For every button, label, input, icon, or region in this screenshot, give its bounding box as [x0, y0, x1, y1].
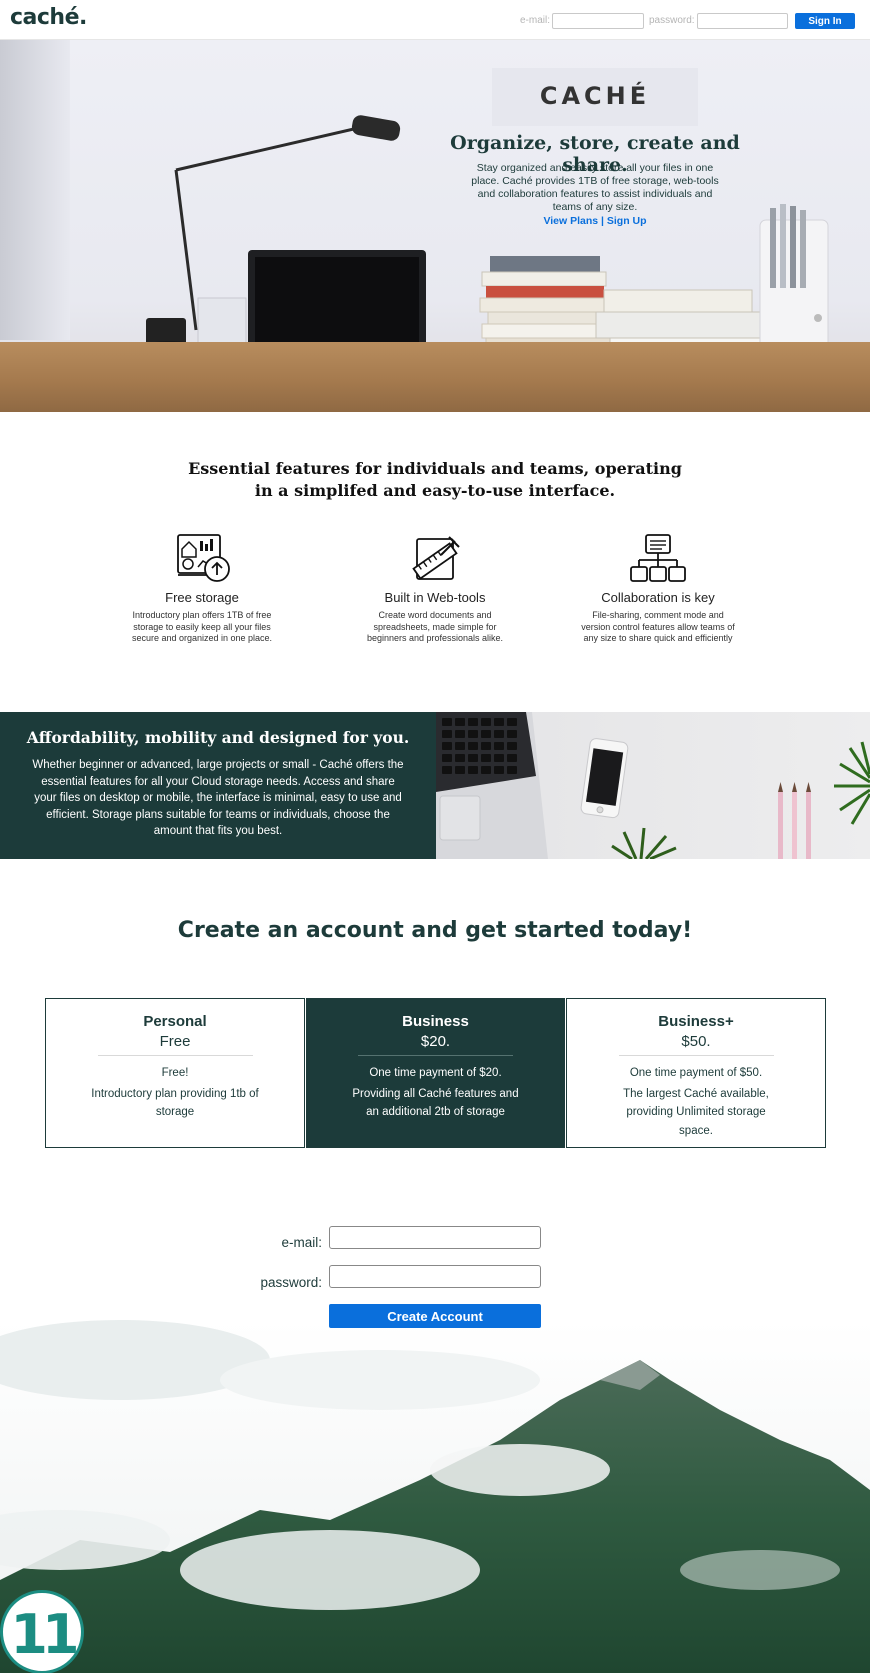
mountain-illustration: [0, 1320, 870, 1673]
affordability-title: Affordability, mobility and designed for…: [26, 728, 410, 747]
hero-links: View Plans | Sign Up: [470, 215, 720, 227]
affordability-banner: Affordability, mobility and designed for…: [0, 712, 870, 859]
plan-price: $50.: [681, 1033, 711, 1050]
workspace-image: [436, 712, 870, 859]
feature-text: Introductory plan offers 1TB of free sto…: [131, 610, 273, 643]
create-account-button[interactable]: Create Account: [329, 1304, 541, 1328]
nav-password-label: password:: [649, 15, 695, 26]
plan-price: $20.: [420, 1033, 451, 1050]
sign-up-link[interactable]: Sign Up: [607, 215, 647, 227]
smartphone: [580, 738, 629, 819]
plan-divider: [97, 1055, 253, 1056]
ruler-pencil-icon: [412, 536, 460, 580]
plan-summary: One time payment of $50.: [629, 1067, 763, 1079]
nav-email-input[interactable]: [552, 13, 644, 29]
plan-description: Introductory plan providing 1tb of stora…: [91, 1087, 259, 1119]
badge-number: 11: [10, 1603, 79, 1666]
affordability-text: Whether beginner or advanced, large proj…: [32, 759, 404, 837]
affordability-text-panel: Affordability, mobility and designed for…: [0, 712, 436, 859]
storage-upload-icon: [177, 534, 230, 582]
workspace-illustration: [436, 712, 870, 859]
hero-description: Stay organized and easily store all your…: [471, 162, 719, 213]
numbered-badge: 11: [0, 1590, 84, 1673]
feature-title: Collaboration is key: [601, 590, 715, 605]
file-holder: [759, 204, 829, 361]
nav-password-input[interactable]: [697, 13, 788, 29]
feature-web-tools: Built in Web-tools Create word documents…: [355, 533, 515, 645]
hierarchy-icon: [630, 534, 686, 582]
plant-bottom: [611, 827, 677, 859]
plan-divider: [358, 1055, 513, 1056]
features-heading: Essential features for individuals and t…: [188, 459, 682, 500]
signup-email-input[interactable]: [329, 1226, 541, 1249]
view-plans-link[interactable]: View Plans: [543, 215, 598, 227]
sign-in-button[interactable]: Sign In: [795, 13, 855, 29]
feature-collaboration: Collaboration is key File-sharing, comme…: [578, 533, 738, 645]
feature-text: File-sharing, comment mode and version c…: [581, 610, 735, 643]
logo[interactable]: caché.: [10, 5, 87, 30]
plan-description: The largest Caché available, providing U…: [623, 1087, 769, 1137]
top-nav: caché. e-mail: password: Sign In: [0, 0, 870, 40]
hero-link-separator: |: [598, 215, 607, 227]
feature-title: Free storage: [165, 590, 239, 605]
plan-summary: One time payment of $20.: [369, 1067, 502, 1079]
nav-email-label: e-mail:: [520, 15, 551, 26]
laptop-keyboard: [436, 712, 548, 859]
plan-name: Personal: [143, 1013, 207, 1030]
plan-divider: [618, 1055, 774, 1056]
cta-title: Create an account and get started today!: [177, 918, 693, 943]
plan-description: Providing all Caché features and an addi…: [352, 1087, 519, 1119]
plan-card-business-plus[interactable]: Business+ $50. One time payment of $50. …: [566, 998, 826, 1148]
desk-surface: [0, 342, 870, 412]
hero-brand-box: CACHÉ: [492, 68, 698, 126]
pencils: [778, 782, 811, 859]
feature-free-storage: Free storage Introductory plan offers 1T…: [122, 533, 282, 645]
feature-title: Built in Web-tools: [384, 590, 486, 605]
plan-name: Business+: [658, 1013, 734, 1030]
plan-name: Business: [402, 1013, 469, 1030]
signup-email-label: e-mail:: [281, 1235, 322, 1250]
plan-summary: Free!: [161, 1067, 189, 1079]
signup-password-label: password:: [260, 1275, 322, 1290]
hero-brand-logo: CACHÉ: [539, 82, 651, 110]
mountain-background-image: [0, 1320, 870, 1673]
feature-text: Create word documents and spreadsheets, …: [366, 610, 504, 643]
plan-price: Free: [159, 1033, 191, 1050]
plan-card-personal[interactable]: Personal Free Free! Introductory plan pr…: [45, 998, 305, 1148]
plant-right: [834, 741, 870, 825]
signup-password-input[interactable]: [329, 1265, 541, 1288]
hero-section: CACHÉ Organize, store, create and share.…: [0, 40, 870, 412]
plan-card-business[interactable]: Business $20. One time payment of $20. P…: [306, 998, 565, 1148]
